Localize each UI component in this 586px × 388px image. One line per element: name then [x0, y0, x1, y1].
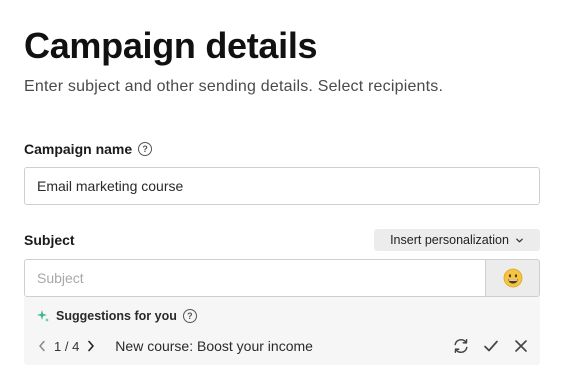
grinning-face-emoji-icon [503, 268, 522, 288]
suggestions-heading: Suggestions for you [56, 309, 177, 323]
emoji-picker-button[interactable] [486, 259, 540, 297]
campaign-name-label-row: Campaign name ? [24, 140, 153, 158]
subject-label-row: Subject [24, 231, 75, 249]
insert-personalization-button[interactable]: Insert personalization [374, 229, 540, 251]
subject-row [24, 259, 540, 297]
suggestions-panel: Suggestions for you ? 1 / 4 New course: … [24, 297, 540, 365]
subject-input[interactable] [24, 259, 486, 297]
insert-personalization-label: Insert personalization [390, 233, 509, 247]
campaign-name-input[interactable] [24, 167, 540, 205]
page-indicator: 1 / 4 [54, 338, 80, 354]
suggestion-pager: 1 / 4 [36, 339, 97, 354]
suggestion-row: 1 / 4 New course: Boost your income [36, 336, 530, 356]
help-icon[interactable]: ? [182, 309, 197, 323]
chevron-down-icon [516, 238, 523, 242]
suggestions-header: Suggestions for you ? [36, 309, 197, 323]
suggestion-text: New course: Boost your income [115, 338, 313, 354]
subject-label: Subject [24, 232, 75, 248]
refresh-icon[interactable] [452, 337, 470, 355]
chevron-right-icon[interactable] [85, 339, 97, 353]
check-icon[interactable] [482, 337, 500, 355]
page-title: Campaign details [24, 25, 318, 66]
page-subtitle: Enter subject and other sending details.… [24, 78, 444, 95]
close-icon[interactable] [512, 337, 530, 355]
chevron-left-icon[interactable] [36, 339, 48, 353]
campaign-name-label: Campaign name [24, 141, 133, 157]
help-icon[interactable]: ? [138, 142, 153, 156]
suggestion-actions [452, 337, 530, 355]
sparkle-icon [37, 310, 49, 322]
